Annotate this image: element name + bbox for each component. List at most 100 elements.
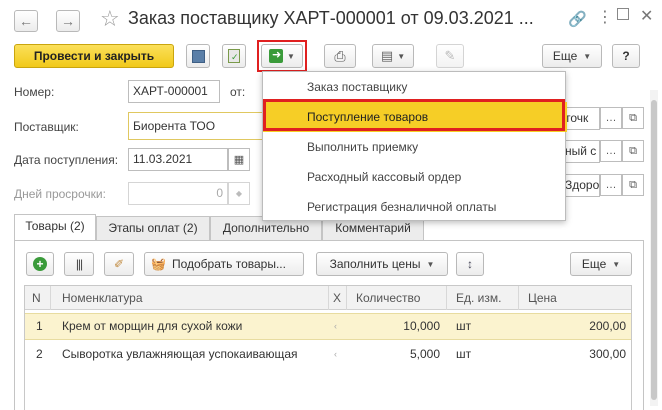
arrow-left-icon: ← xyxy=(19,13,33,29)
create-based-on-menu: Заказ поставщику Поступление товаров Вып… xyxy=(262,71,567,222)
more-button[interactable]: Еще ▼ xyxy=(542,44,602,68)
row-x: ‹ xyxy=(334,349,337,359)
from-label: от: xyxy=(230,85,246,99)
row-quantity: 10,000 xyxy=(403,319,440,333)
menu-item-cash-order[interactable]: Расходный кассовый ордер xyxy=(263,162,567,192)
related-docs-button[interactable]: ▤ ▼ xyxy=(372,44,414,68)
column-header-quantity[interactable]: Количество xyxy=(356,287,420,309)
chevron-down-icon: ▼ xyxy=(426,259,435,269)
right-field-2-open[interactable]: ⧉ xyxy=(622,140,644,162)
menu-item-goods-receipt[interactable]: Поступление товаров xyxy=(263,102,567,132)
tab-payment-stages[interactable]: Этапы оплат (2) xyxy=(96,216,210,240)
row-number: 1 xyxy=(36,319,43,333)
post-close-button[interactable]: Провести и закрыть xyxy=(14,44,174,68)
create-based-on-icon: ➜ xyxy=(269,49,284,63)
row-number: 2 xyxy=(36,347,43,361)
supplier-field[interactable]: Биорента ТОО xyxy=(128,112,268,140)
header-divider xyxy=(50,286,51,310)
overdue-days-stepper: ◆ xyxy=(228,182,250,205)
floppy-icon xyxy=(191,49,205,63)
window-title: Заказ поставщику ХАРТ-000001 от 09.03.20… xyxy=(128,8,534,28)
chevron-down-icon: ▼ xyxy=(287,51,295,61)
documents-icon: ▤ xyxy=(380,48,394,63)
plus-icon: + xyxy=(33,257,47,271)
open-icon: ⧉ xyxy=(629,178,637,191)
broom-icon: ✐ xyxy=(113,257,125,271)
chevron-down-icon: ▼ xyxy=(583,51,592,61)
more-label: Еще xyxy=(552,49,578,63)
print-button[interactable]: ⎙ xyxy=(324,44,356,68)
fill-prices-button[interactable]: Заполнить цены ▼ xyxy=(316,252,448,276)
menu-dots-icon[interactable]: ⋮ xyxy=(597,7,613,27)
row-item-name: Сыворотка увлажняющая успокаивающая xyxy=(62,347,298,361)
calendar-button[interactable]: ▦ xyxy=(228,148,250,171)
open-icon: ⧉ xyxy=(629,144,637,157)
row-item-name: Крем от морщин для сухой кожи xyxy=(62,319,243,333)
right-field-2-select[interactable]: … xyxy=(600,140,622,162)
scrollbar[interactable] xyxy=(650,90,658,406)
column-header-item[interactable]: Номенклатура xyxy=(62,287,143,309)
maximize-icon[interactable] xyxy=(617,8,629,20)
number-field[interactable]: ХАРТ-000001 xyxy=(128,80,220,103)
add-row-button[interactable]: + xyxy=(26,252,54,276)
back-button[interactable]: ← xyxy=(14,10,38,32)
post-button[interactable]: ✓ xyxy=(222,44,246,68)
arrow-right-icon: → xyxy=(61,13,75,29)
row-quantity: 5,000 xyxy=(409,347,440,361)
tool-button[interactable]: ✐ xyxy=(104,252,134,276)
calendar-icon: ▦ xyxy=(233,154,245,166)
scrollbar-thumb[interactable] xyxy=(651,100,657,400)
open-icon: ⧉ xyxy=(629,111,637,124)
fill-prices-label: Заполнить цены xyxy=(329,257,421,271)
column-header-unit[interactable]: Ед. изм. xyxy=(456,287,501,309)
row-price: 200,00 xyxy=(589,319,626,333)
menu-item-supplier-order[interactable]: Заказ поставщику xyxy=(263,72,567,102)
header-divider xyxy=(518,286,519,310)
receipt-date-field[interactable]: 11.03.2021 xyxy=(128,148,228,171)
title-bar: ← → ☆ Заказ поставщику ХАРТ-000001 от 09… xyxy=(0,0,662,40)
move-rows-button[interactable]: ↕ xyxy=(456,252,484,276)
menu-item-acceptance[interactable]: Выполнить приемку xyxy=(263,132,567,162)
right-field-1-open[interactable]: ⧉ xyxy=(622,107,644,129)
link-icon[interactable]: 🔗 xyxy=(568,10,587,28)
post-document-icon: ✓ xyxy=(228,49,240,63)
save-button[interactable] xyxy=(186,44,210,68)
favorite-star-icon[interactable]: ☆ xyxy=(100,6,120,32)
row-x: ‹ xyxy=(334,321,337,331)
ellipsis-icon: … xyxy=(605,112,617,124)
right-field-3-open[interactable]: ⧉ xyxy=(622,174,644,196)
edit-button[interactable]: ✎ xyxy=(436,44,464,68)
barcode-icon: ||| xyxy=(75,257,83,271)
pencil-icon: ✎ xyxy=(444,48,456,63)
column-header-x[interactable]: Х xyxy=(333,287,341,309)
pick-goods-label: Подобрать товары... xyxy=(171,257,286,271)
close-icon[interactable]: ✕ xyxy=(640,6,653,26)
help-button[interactable]: ? xyxy=(612,44,640,68)
right-field-1-select[interactable]: … xyxy=(600,107,622,129)
header-divider xyxy=(446,286,447,310)
barcode-button[interactable]: ||| xyxy=(64,252,94,276)
stepper-icon: ◆ xyxy=(235,189,243,198)
pick-goods-button[interactable]: 🧺 Подобрать товары... xyxy=(144,252,304,276)
table-more-label: Еще xyxy=(581,257,607,271)
supplier-label: Поставщик: xyxy=(14,120,79,134)
tab-goods[interactable]: Товары (2) xyxy=(14,214,96,240)
overdue-days-field: 0 xyxy=(128,182,228,205)
column-header-n[interactable]: N xyxy=(32,287,41,309)
overdue-days-label: Дней просрочки: xyxy=(14,187,106,201)
ellipsis-icon: … xyxy=(605,145,617,157)
right-field-3-select[interactable]: … xyxy=(600,174,622,196)
chevron-down-icon: ▼ xyxy=(612,259,621,269)
basket-icon: 🧺 xyxy=(151,257,166,271)
row-unit: шт xyxy=(456,319,472,333)
printer-icon: ⎙ xyxy=(334,47,346,64)
up-down-icon: ↕ xyxy=(467,257,473,271)
row-price: 300,00 xyxy=(589,347,626,361)
create-based-on-button[interactable]: ➜ ▼ xyxy=(261,44,303,68)
forward-button[interactable]: → xyxy=(56,10,80,32)
menu-item-cashless-payment[interactable]: Регистрация безналичной оплаты xyxy=(263,192,567,222)
table-more-button[interactable]: Еще ▼ xyxy=(570,252,632,276)
ellipsis-icon: … xyxy=(605,179,617,191)
row-unit: шт xyxy=(456,347,472,361)
column-header-price[interactable]: Цена xyxy=(528,287,557,309)
